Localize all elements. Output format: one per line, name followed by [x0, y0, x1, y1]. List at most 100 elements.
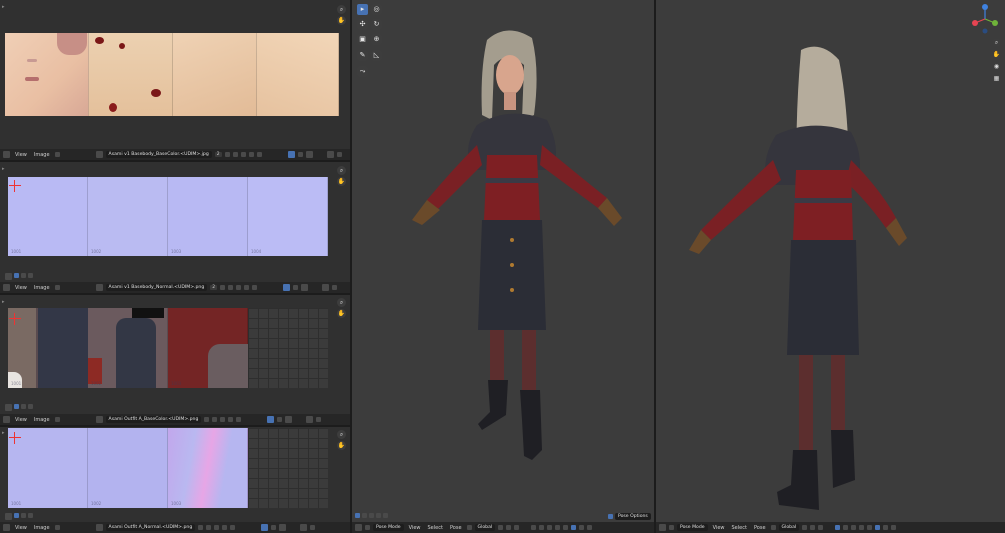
measure-tool[interactable]: ◺: [371, 50, 382, 61]
pose-menu[interactable]: Pose: [752, 525, 768, 531]
sidebar-toggle-icon[interactable]: [316, 417, 322, 422]
hamburger-icon[interactable]: [54, 417, 60, 422]
select-box-tool[interactable]: ▸: [357, 4, 368, 15]
open-folder-icon[interactable]: [220, 417, 226, 422]
select-menu[interactable]: Select: [426, 525, 445, 531]
viewport-front[interactable]: ▸ ◎ ✣ ↻ ▣ ⊕ ✎ ◺ ⤳ Pose Options Pose Mode…: [352, 0, 654, 533]
display-channels-icon[interactable]: [279, 524, 287, 531]
play-icon[interactable]: [5, 513, 12, 520]
2d-cursor[interactable]: [9, 432, 21, 444]
hamburger-icon[interactable]: [54, 285, 60, 290]
overlay-icon[interactable]: [293, 285, 299, 290]
pose-options-label[interactable]: Pose Options: [615, 513, 651, 520]
texture-canvas-normal-body[interactable]: 1001 1002 1003 1004: [8, 177, 328, 256]
render-slot-icon[interactable]: [300, 524, 308, 531]
proportional-icon[interactable]: [818, 525, 824, 530]
editor-type-icon[interactable]: [659, 524, 666, 531]
render-slot-icon[interactable]: [306, 416, 314, 423]
overlay-icon[interactable]: [843, 525, 849, 530]
transform-orientation-icon[interactable]: [466, 525, 472, 530]
image-editor-4[interactable]: ▸ ⌕ ✋ 1001 1002 1003 View Image Asami Ou…: [0, 427, 350, 533]
tool-icon[interactable]: [21, 273, 26, 278]
zoom-icon[interactable]: ⌕: [992, 38, 1001, 47]
texture-canvas-outfit-basecolor[interactable]: 1001 1002 1003: [8, 308, 328, 388]
view-menu[interactable]: View: [13, 525, 29, 531]
navigation-gizmo[interactable]: [969, 3, 1001, 35]
image-menu[interactable]: Image: [32, 525, 52, 531]
gizmo-icon[interactable]: [539, 525, 545, 530]
new-image-icon[interactable]: [212, 417, 218, 422]
editor-type-icon[interactable]: [355, 524, 362, 531]
visibility-icon[interactable]: [531, 525, 537, 530]
shading-solid-icon[interactable]: [875, 525, 881, 530]
pin-icon[interactable]: [256, 152, 262, 157]
tool-icon[interactable]: [21, 513, 26, 518]
tool-icon[interactable]: [14, 273, 19, 278]
hand-icon[interactable]: ✋: [337, 16, 346, 25]
pivot-icon[interactable]: [498, 525, 504, 530]
character-model-front[interactable]: [382, 20, 642, 470]
tool-icon[interactable]: [14, 513, 19, 518]
tool-icon[interactable]: [362, 513, 367, 518]
mode-dropdown[interactable]: Pose Mode: [677, 524, 708, 531]
editor-type-icon[interactable]: [3, 151, 10, 158]
display-channels-icon[interactable]: [285, 416, 293, 423]
sidebar-toggle-icon[interactable]: [336, 152, 342, 157]
open-folder-icon[interactable]: [214, 525, 220, 530]
image-name-field[interactable]: Asami v1 Basebody_Normal.<UDIM>.png: [105, 284, 208, 291]
shading-rendered-icon[interactable]: [891, 525, 897, 530]
editor-type-icon[interactable]: [3, 524, 10, 531]
display-channels-icon[interactable]: [301, 284, 309, 291]
hand-icon[interactable]: ✋: [992, 50, 1001, 59]
fake-user-icon[interactable]: [220, 285, 226, 290]
view-menu[interactable]: View: [13, 285, 29, 291]
hamburger-icon[interactable]: [54, 525, 60, 530]
tool-icon[interactable]: [383, 513, 388, 518]
image-name-field[interactable]: Asami Outfit A_Normal.<UDIM>.png: [105, 524, 196, 531]
hand-icon[interactable]: ✋: [337, 177, 346, 186]
xray-icon[interactable]: [859, 525, 865, 530]
open-folder-icon[interactable]: [240, 152, 246, 157]
2d-cursor[interactable]: [9, 180, 21, 192]
move-tool[interactable]: ✣: [357, 19, 368, 30]
zoom-icon[interactable]: ⌕: [337, 298, 346, 307]
gizmo-icon[interactable]: [835, 525, 841, 530]
snap-icon[interactable]: [506, 525, 512, 530]
tool-icon[interactable]: [369, 513, 374, 518]
pin-icon[interactable]: [230, 525, 236, 530]
image-menu[interactable]: Image: [32, 152, 52, 158]
image-editor-3[interactable]: ▸ ⌕ ✋ 1001 1002 1003 View Image Asami Ou…: [0, 295, 350, 425]
new-image-icon[interactable]: [228, 285, 234, 290]
collapse-arrow-icon[interactable]: ▸: [2, 4, 5, 10]
play-icon[interactable]: [5, 273, 12, 280]
image-browse-icon[interactable]: [95, 416, 103, 423]
sidebar-toggle-icon[interactable]: [332, 285, 338, 290]
editor-type-icon[interactable]: [3, 284, 10, 291]
view-menu[interactable]: View: [407, 525, 423, 531]
image-browse-icon[interactable]: [95, 151, 103, 158]
grid-icon[interactable]: ▦: [992, 74, 1001, 83]
image-name-field[interactable]: Asami v1 Basebody_BaseColor.<UDIM>.jpg: [105, 151, 212, 158]
display-channels-icon[interactable]: [305, 151, 313, 158]
editor-type-icon[interactable]: [3, 416, 10, 423]
tool-icon[interactable]: [376, 513, 381, 518]
image-editor-1[interactable]: ▸ ⌕ ✋ View Image Asami v1 Basebody_BaseC…: [0, 0, 350, 160]
collapse-arrow-icon[interactable]: ▸: [2, 299, 5, 305]
image-menu[interactable]: Image: [32, 417, 52, 423]
zoom-icon[interactable]: ⌕: [337, 166, 346, 175]
pose-options-dropdown[interactable]: Pose Options: [608, 513, 651, 520]
render-slot-icon[interactable]: [322, 284, 330, 291]
tool-icon[interactable]: [28, 404, 33, 409]
select-menu[interactable]: Select: [730, 525, 749, 531]
viewport-back[interactable]: ⌕ ✋ ◉ ▦ Pose Mode View Select Pose Globa…: [656, 0, 1005, 533]
mode-dropdown[interactable]: Pose Mode: [373, 524, 404, 531]
transform-tool[interactable]: ⊕: [371, 34, 382, 45]
scale-tool[interactable]: ▣: [357, 34, 368, 45]
image-editor-2[interactable]: ▸ ⌕ ✋ 1001 1002 1003 1004 View Image Asa…: [0, 162, 350, 293]
shading-solid-icon[interactable]: [571, 525, 577, 530]
sidebar-toggle-icon[interactable]: [310, 525, 316, 530]
overlay-icon[interactable]: [277, 417, 283, 422]
mode-icon[interactable]: [669, 525, 674, 530]
shading-material-icon[interactable]: [883, 525, 889, 530]
transform-orientation-icon[interactable]: [770, 525, 776, 530]
